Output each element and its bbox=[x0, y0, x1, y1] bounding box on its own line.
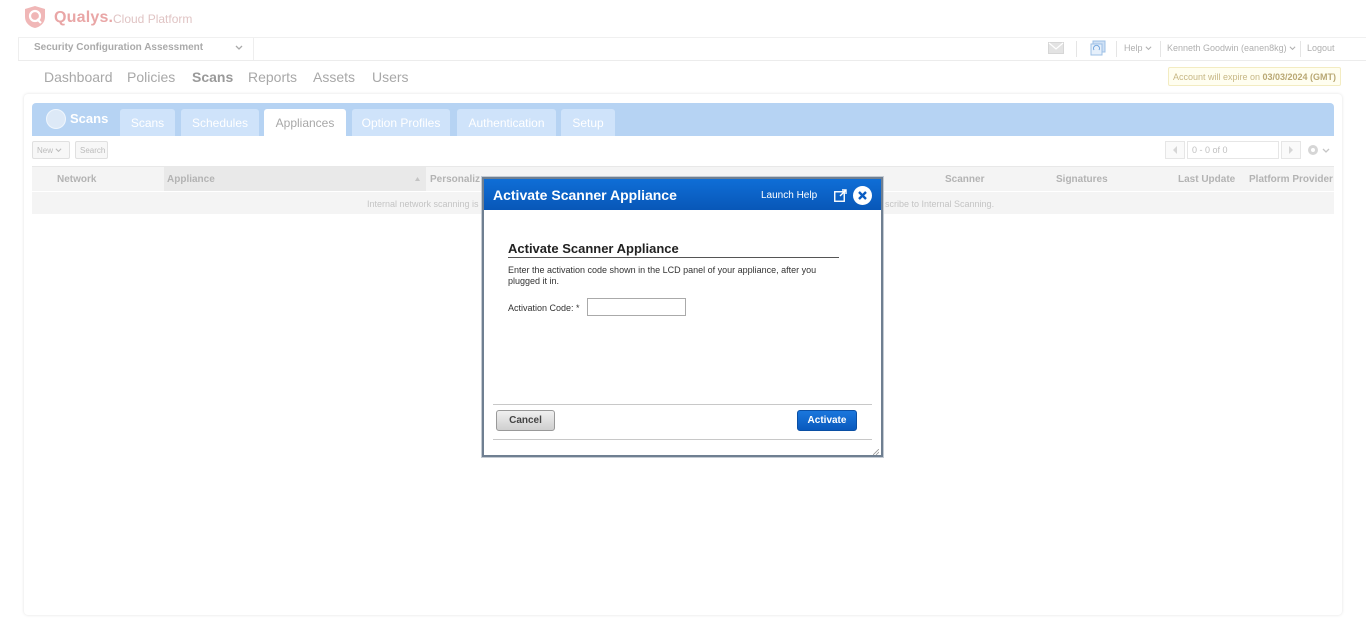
module-selector[interactable]: Security Configuration Assessment bbox=[18, 38, 254, 60]
pager: 0 - 0 of 0 bbox=[1165, 141, 1317, 159]
brand-subtitle: Cloud Platform bbox=[113, 12, 193, 26]
pager-range: 0 - 0 of 0 bbox=[1187, 141, 1279, 159]
mail-icon[interactable] bbox=[1048, 42, 1064, 54]
row-message-right: scribe to Internal Scanning. bbox=[885, 199, 995, 209]
row-message-left: Internal network scanning is bbox=[367, 199, 479, 209]
dialog-title-bar[interactable]: Activate Scanner Appliance Launch Help bbox=[484, 179, 881, 210]
launch-help-link[interactable]: Launch Help bbox=[761, 190, 817, 201]
scans-tab-strip: Scans Scans Schedules Appliances Option … bbox=[32, 103, 1334, 136]
dialog-description: Enter the activation code shown in the L… bbox=[508, 265, 817, 286]
chevron-down-icon bbox=[235, 45, 243, 50]
dialog-close-button[interactable] bbox=[853, 186, 872, 205]
tab-scans[interactable]: Scans bbox=[120, 109, 175, 136]
nav-dashboard[interactable]: Dashboard bbox=[44, 69, 113, 85]
qualys-logo-icon bbox=[25, 6, 45, 28]
tab-schedules[interactable]: Schedules bbox=[181, 109, 259, 136]
nav-assets[interactable]: Assets bbox=[313, 69, 355, 85]
column-platform-provider[interactable]: Platform Provider bbox=[1249, 174, 1333, 185]
dialog-footer-divider bbox=[493, 439, 872, 440]
tab-setup[interactable]: Setup bbox=[561, 109, 615, 136]
user-name: Kenneth Goodwin (eanen8kg) bbox=[1167, 43, 1287, 53]
module-name: Security Configuration Assessment bbox=[34, 42, 204, 53]
chevron-left-icon bbox=[1173, 146, 1177, 154]
close-icon bbox=[858, 191, 867, 200]
tab-authentication[interactable]: Authentication bbox=[457, 109, 556, 136]
search-button[interactable]: Search bbox=[75, 141, 108, 159]
chevron-down-icon bbox=[55, 148, 62, 153]
tab-strip-title: Scans bbox=[70, 111, 109, 126]
dialog-title: Activate Scanner Appliance bbox=[493, 187, 677, 203]
column-personalization[interactable]: Personaliz bbox=[430, 174, 480, 185]
nav-users[interactable]: Users bbox=[372, 69, 409, 85]
expiry-notice: Account will expire on 03/03/2024 (GMT) bbox=[1168, 67, 1341, 86]
pager-prev-button[interactable] bbox=[1165, 141, 1185, 159]
sort-ascending-icon bbox=[415, 177, 420, 181]
separator bbox=[1160, 41, 1161, 57]
cancel-button[interactable]: Cancel bbox=[496, 410, 555, 431]
expiry-prefix: Account will expire on bbox=[1172, 72, 1260, 82]
activate-appliance-dialog: Activate Scanner Appliance Launch Help A… bbox=[482, 177, 883, 457]
chevron-down-icon bbox=[1289, 46, 1296, 51]
scans-module-icon bbox=[46, 109, 66, 129]
grid-toolbar: New Search 0 - 0 of 0 bbox=[32, 141, 1334, 161]
column-appliance[interactable]: Appliance bbox=[164, 167, 426, 191]
expiry-date: 03/03/2024 (GMT) bbox=[1262, 72, 1337, 82]
nav-scans[interactable]: Scans bbox=[192, 69, 233, 85]
separator bbox=[1300, 41, 1301, 57]
chevron-down-icon[interactable] bbox=[1322, 147, 1330, 155]
module-bar: Security Configuration Assessment Help K… bbox=[18, 37, 1366, 61]
help-menu[interactable]: Help bbox=[1124, 43, 1152, 53]
logout-link[interactable]: Logout bbox=[1307, 43, 1335, 53]
user-menu[interactable]: Kenneth Goodwin (eanen8kg) bbox=[1167, 43, 1296, 53]
gear-icon[interactable] bbox=[1306, 143, 1320, 157]
tab-appliances[interactable]: Appliances bbox=[264, 109, 346, 136]
dialog-heading: Activate Scanner Appliance bbox=[508, 241, 839, 258]
separator bbox=[1076, 41, 1077, 57]
nav-policies[interactable]: Policies bbox=[127, 69, 175, 85]
separator bbox=[1116, 41, 1117, 57]
pager-next-button[interactable] bbox=[1281, 141, 1301, 159]
popout-icon[interactable] bbox=[834, 189, 847, 202]
column-network[interactable]: Network bbox=[57, 174, 96, 185]
chevron-down-icon bbox=[1145, 46, 1152, 51]
resize-grip-icon[interactable] bbox=[873, 449, 879, 455]
new-button[interactable]: New bbox=[32, 141, 70, 159]
activation-code-input[interactable] bbox=[587, 298, 686, 316]
column-last-update[interactable]: Last Update bbox=[1178, 174, 1235, 185]
nav-reports[interactable]: Reports bbox=[248, 69, 297, 85]
activation-code-label: Activation Code: * bbox=[508, 303, 580, 313]
brand-bar: Qualys. Cloud Platform bbox=[0, 0, 1366, 37]
new-label: New bbox=[37, 146, 54, 155]
chevron-right-icon bbox=[1289, 146, 1293, 154]
column-signatures[interactable]: Signatures bbox=[1056, 174, 1108, 185]
tab-option-profiles[interactable]: Option Profiles bbox=[352, 109, 450, 136]
dialog-footer-divider bbox=[493, 404, 872, 405]
activate-button[interactable]: Activate bbox=[797, 410, 857, 431]
sync-icon[interactable] bbox=[1090, 40, 1106, 56]
column-scanner[interactable]: Scanner bbox=[945, 174, 984, 185]
help-label: Help bbox=[1124, 43, 1143, 53]
brand-name: Qualys. bbox=[54, 9, 114, 26]
